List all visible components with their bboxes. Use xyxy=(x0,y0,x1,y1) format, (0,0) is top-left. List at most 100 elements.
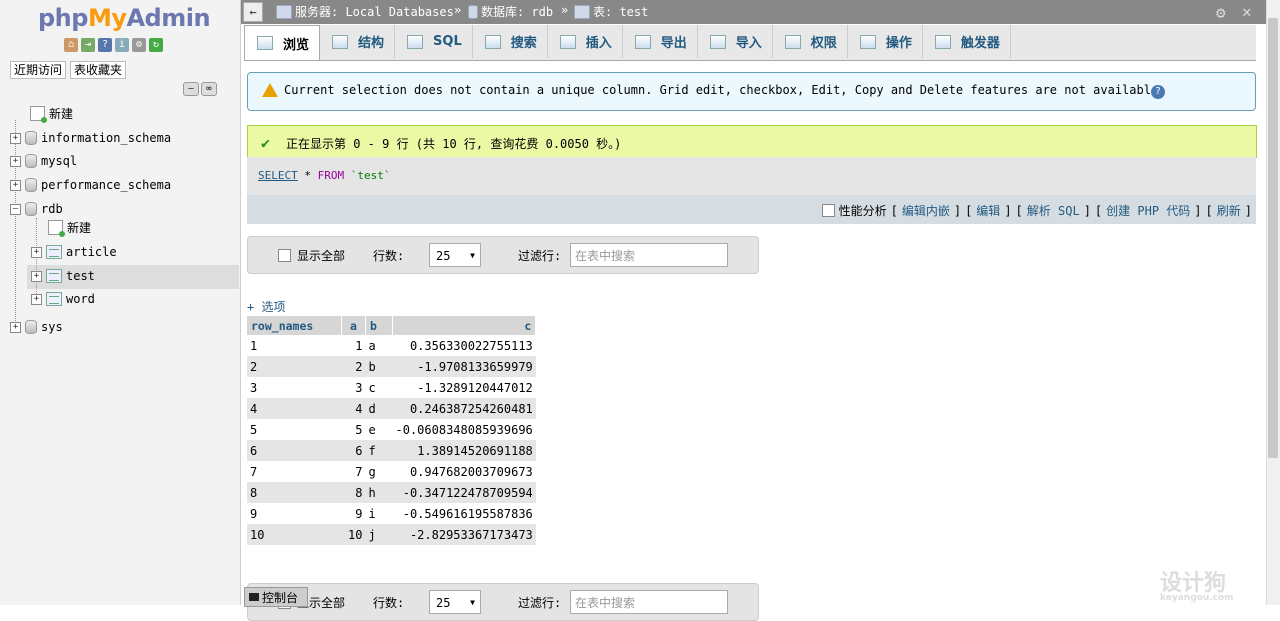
table-row[interactable]: 5 5 e -0.0608348085939696 xyxy=(247,419,536,440)
reload-icon[interactable]: ↻ xyxy=(149,38,163,52)
table-cell-row_names[interactable]: 9 xyxy=(247,503,342,524)
breadcrumb-database[interactable]: 数据库: rdb xyxy=(468,3,553,20)
help-icon[interactable]: ? xyxy=(1151,85,1165,99)
table-cell-row_names[interactable]: 6 xyxy=(247,440,342,461)
tree-table-article[interactable]: + article xyxy=(31,242,117,262)
table-row[interactable]: 9 9 i -0.549616195587836 xyxy=(247,503,536,524)
collapse-all-icon[interactable]: – xyxy=(183,82,199,96)
table-row[interactable]: 3 3 c -1.3289120447012 xyxy=(247,377,536,398)
home-icon[interactable]: ⌂ xyxy=(64,38,78,52)
favorites-tab[interactable]: 表收藏夹 xyxy=(70,61,127,79)
table-cell-b[interactable]: h xyxy=(365,482,393,503)
table-cell-a[interactable]: 7 xyxy=(341,461,366,482)
expand-icon[interactable]: + xyxy=(31,246,42,258)
table-cell-a[interactable]: 1 xyxy=(341,335,366,356)
table-cell-c[interactable]: 0.246387254260481 xyxy=(392,398,536,419)
table-cell-b[interactable]: g xyxy=(365,461,393,482)
column-header[interactable]: c xyxy=(392,316,537,335)
table-cell-row_names[interactable]: 4 xyxy=(247,398,342,419)
expand-icon[interactable]: + xyxy=(10,321,21,333)
tree-table-word[interactable]: + word xyxy=(31,289,95,309)
table-cell-row_names[interactable]: 3 xyxy=(247,377,342,398)
rows-select[interactable]: 25 ▼ xyxy=(429,590,481,614)
breadcrumb-table[interactable]: 表: test xyxy=(574,3,648,20)
table-row[interactable]: 1 1 a 0.356330022755113 xyxy=(247,335,536,356)
tab-search[interactable]: 搜索 xyxy=(473,25,548,58)
profiling-checkbox[interactable] xyxy=(821,204,835,217)
column-header[interactable]: row_names xyxy=(247,316,342,335)
tab-export[interactable]: 导出 xyxy=(623,25,698,58)
tab-insert[interactable]: 插入 xyxy=(548,25,623,58)
edit-link[interactable]: 编辑 xyxy=(976,202,1000,219)
edit-inline-link[interactable]: 编辑内嵌 xyxy=(902,202,950,219)
tree-rdb-new-table[interactable]: 新建 xyxy=(48,217,91,237)
table-cell-c[interactable]: -0.347122478709594 xyxy=(392,482,536,503)
table-cell-b[interactable]: i xyxy=(365,503,393,524)
table-row[interactable]: 8 8 h -0.347122478709594 xyxy=(247,482,536,503)
sql-keyword-select[interactable]: SELECT xyxy=(258,169,298,182)
table-cell-b[interactable]: c xyxy=(365,377,393,398)
tab-structure[interactable]: 结构 xyxy=(320,25,396,58)
table-cell-a[interactable]: 5 xyxy=(341,419,366,440)
link-icon[interactable]: ∞ xyxy=(201,82,217,96)
create-php-code-link[interactable]: 创建 PHP 代码 xyxy=(1106,202,1190,219)
rows-select[interactable]: 25 ▼ xyxy=(429,243,481,267)
recent-tab[interactable]: 近期访问 xyxy=(10,61,67,79)
tree-table-test[interactable]: + test xyxy=(31,266,95,286)
table-cell-b[interactable]: e xyxy=(365,419,393,440)
column-header[interactable]: b xyxy=(365,316,393,335)
tree-db-rdb[interactable]: – rdb xyxy=(10,199,63,219)
table-cell-b[interactable]: j xyxy=(365,524,393,545)
filter-rows-input[interactable]: 在表中搜索 xyxy=(570,590,728,614)
table-cell-c[interactable]: -2.82953367173473 xyxy=(392,524,536,545)
toggle-nav-button[interactable]: ← xyxy=(243,2,263,22)
console-toggle[interactable]: 控制台 xyxy=(244,587,308,607)
tab-operations[interactable]: 操作 xyxy=(848,25,923,58)
table-cell-b[interactable]: d xyxy=(365,398,393,419)
table-cell-c[interactable]: 0.356330022755113 xyxy=(392,335,536,356)
table-cell-a[interactable]: 6 xyxy=(341,440,366,461)
table-cell-b[interactable]: b xyxy=(365,356,393,377)
table-cell-c[interactable]: -1.3289120447012 xyxy=(392,377,536,398)
table-cell-a[interactable]: 9 xyxy=(341,503,366,524)
explain-sql-link[interactable]: 解析 SQL xyxy=(1027,202,1080,219)
tree-new-database[interactable]: 新建 xyxy=(30,103,73,123)
expand-icon[interactable]: + xyxy=(10,132,21,144)
tab-import[interactable]: 导入 xyxy=(698,25,773,58)
table-cell-c[interactable]: -1.9708133659979 xyxy=(392,356,536,377)
show-all-control[interactable]: 显示全部 xyxy=(278,247,345,264)
table-cell-row_names[interactable]: 2 xyxy=(247,356,342,377)
tree-db-information-schema[interactable]: + information_schema xyxy=(10,128,171,148)
table-cell-a[interactable]: 3 xyxy=(341,377,366,398)
table-cell-c[interactable]: -0.0608348085939696 xyxy=(392,419,536,440)
settings-gear-icon[interactable]: ⚙ xyxy=(1216,3,1226,22)
table-cell-row_names[interactable]: 1 xyxy=(247,335,342,356)
tree-db-performance-schema[interactable]: + performance_schema xyxy=(10,175,171,195)
table-row[interactable]: 4 4 d 0.246387254260481 xyxy=(247,398,536,419)
breadcrumb-server[interactable]: 服务器: Local Databases xyxy=(276,3,454,20)
expand-icon[interactable]: + xyxy=(10,179,21,191)
sql-query[interactable]: SELECT * FROM `test` xyxy=(258,169,391,182)
tab-sql[interactable]: SQL xyxy=(395,25,473,58)
phpmyadmin-logo[interactable]: phpMyAdmin xyxy=(38,4,211,32)
tab-triggers[interactable]: 触发器 xyxy=(923,25,1011,58)
table-row[interactable]: 7 7 g 0.947682003709673 xyxy=(247,461,536,482)
table-row[interactable]: 2 2 b -1.9708133659979 xyxy=(247,356,536,377)
docs-icon[interactable]: i xyxy=(115,38,129,52)
tree-db-sys[interactable]: + sys xyxy=(10,317,63,337)
refresh-link[interactable]: 刷新 xyxy=(1217,202,1241,219)
expand-icon[interactable]: + xyxy=(10,155,21,167)
scrollbar-thumb[interactable] xyxy=(1268,18,1278,458)
table-row[interactable]: 6 6 f 1.38914520691188 xyxy=(247,440,536,461)
options-link[interactable]: + 选项 xyxy=(247,298,285,315)
gear-icon[interactable]: ⚙ xyxy=(132,38,146,52)
table-cell-row_names[interactable]: 7 xyxy=(247,461,342,482)
table-cell-a[interactable]: 10 xyxy=(341,524,366,545)
table-cell-row_names[interactable]: 10 xyxy=(247,524,342,545)
tab-browse[interactable]: 浏览 xyxy=(244,25,321,60)
collapse-icon[interactable]: – xyxy=(10,203,21,215)
table-row[interactable]: 10 10 j -2.82953367173473 xyxy=(247,524,536,545)
table-cell-a[interactable]: 8 xyxy=(341,482,366,503)
table-cell-c[interactable]: -0.549616195587836 xyxy=(392,503,536,524)
table-cell-row_names[interactable]: 5 xyxy=(247,419,342,440)
